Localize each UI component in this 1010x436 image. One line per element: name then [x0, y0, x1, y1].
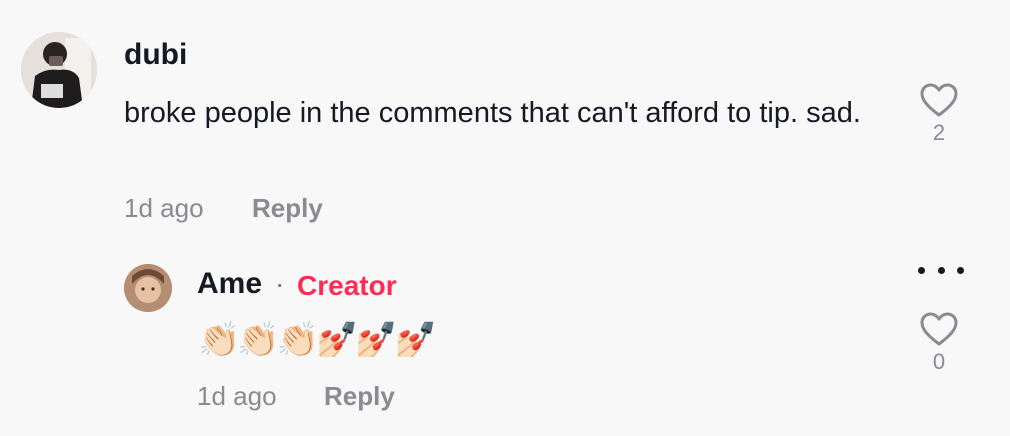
creator-badge: Creator	[297, 270, 397, 301]
reply-text: 👏🏻👏🏻👏🏻💅🏻💅🏻💅🏻	[198, 321, 437, 359]
reply-timestamp: 1d ago	[197, 381, 277, 411]
more-horizontal-icon	[957, 266, 964, 274]
reply-like-button[interactable]: 0	[917, 311, 961, 375]
more-horizontal-icon	[918, 266, 925, 274]
comment-reply-button[interactable]: Reply	[252, 193, 323, 224]
comment-text: broke people in the comments that can't …	[124, 97, 861, 129]
more-options-button[interactable]	[918, 258, 964, 282]
avatar-image	[21, 32, 97, 108]
comment-like-button[interactable]: 2	[917, 82, 961, 146]
reply-like-count: 0	[932, 349, 946, 374]
separator-dot: ·	[275, 268, 285, 299]
reply-reply-button[interactable]: Reply	[324, 381, 395, 412]
reply-author-username[interactable]: Ame	[197, 267, 262, 301]
comment-timestamp: 1d ago	[124, 193, 204, 223]
avatar-image	[124, 264, 172, 312]
commenter-username[interactable]: dubi	[124, 38, 187, 72]
heart-outline-icon	[920, 312, 958, 346]
more-horizontal-icon	[937, 266, 945, 274]
comment-like-count: 2	[932, 120, 946, 145]
reply-author-avatar[interactable]	[124, 264, 172, 312]
commenter-avatar[interactable]	[21, 32, 97, 108]
heart-outline-icon	[920, 83, 958, 117]
